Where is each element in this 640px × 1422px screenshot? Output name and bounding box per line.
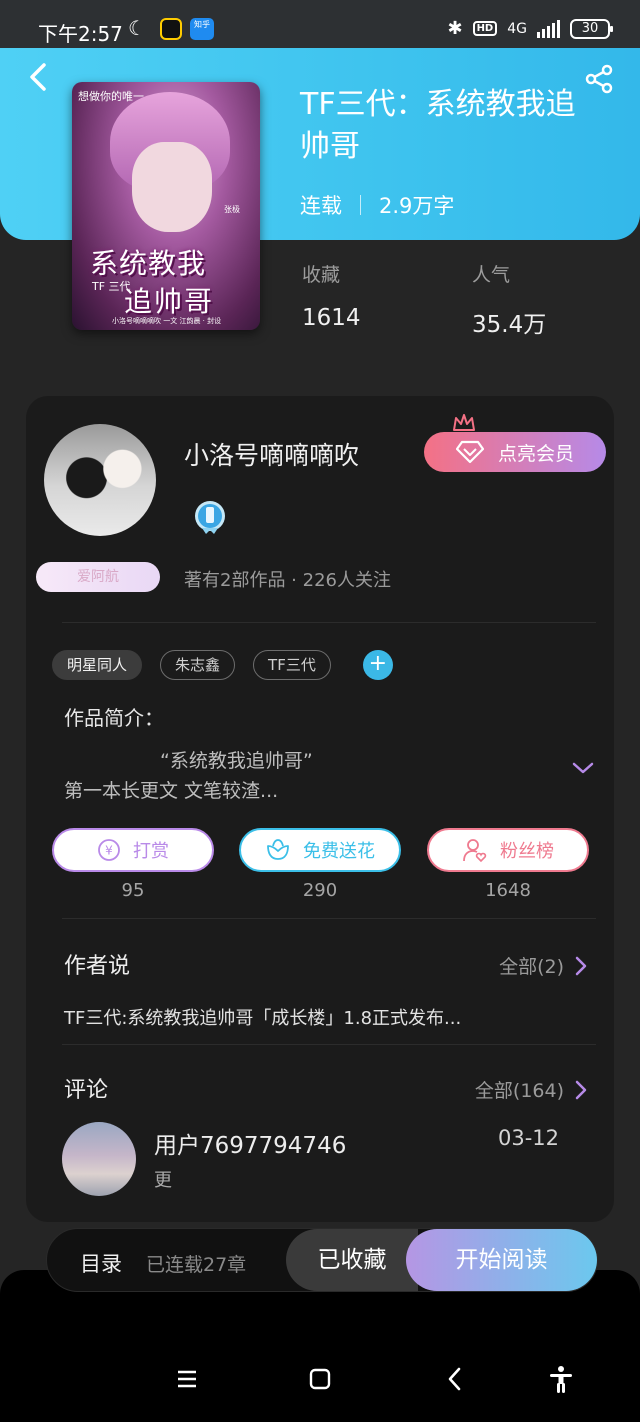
collected-button[interactable]: 已收藏 — [286, 1229, 418, 1291]
book-cover[interactable]: 想做你的唯一 张极 系统教我 TF 三代 追帅哥 小洛号嘀嘀嘀吹 一文 江韵晨 … — [72, 82, 260, 330]
accessibility-icon[interactable] — [546, 1364, 576, 1394]
tag-list: 明星同人 朱志鑫 TF三代 + — [52, 650, 393, 680]
tip-label: 打赏 — [133, 841, 169, 862]
intro-label: 作品简介： — [64, 706, 164, 730]
author-says-more-link[interactable]: 全部(2) — [499, 952, 588, 979]
chevron-right-icon — [575, 1080, 587, 1099]
stat-label: 人气 — [472, 264, 511, 286]
cover-credit: 小洛号嘀嘀嘀吹 一文 江韵晨 · 封设 — [112, 317, 222, 325]
author-stats: 著有2部作品 · 226人关注 — [184, 570, 391, 591]
battery-icon: 30 — [570, 18, 613, 39]
stat-popularity: 人气 35.4万 — [472, 260, 546, 339]
book-word-count: 2.9万字 — [379, 194, 455, 218]
comment-avatar[interactable] — [62, 1122, 136, 1196]
toc-button[interactable]: 目录 — [80, 1248, 122, 1278]
cover-title-line1: 系统教我 — [90, 247, 207, 280]
bluetooth-icon: ✱ — [447, 18, 463, 39]
comments-more-label: 全部(164) — [474, 1080, 564, 1102]
fan-user-heart-icon — [463, 839, 487, 863]
tip-button[interactable]: ¥ 打赏 — [52, 828, 214, 872]
status-time: 下午2:57 — [38, 22, 123, 46]
diamond-icon — [455, 440, 484, 464]
author-says-title: 作者说 — [64, 954, 131, 979]
vip-member-button[interactable]: 点亮会员 — [424, 432, 606, 472]
section-divider — [62, 918, 596, 919]
chevron-down-icon[interactable] — [570, 758, 596, 778]
author-post-link[interactable]: TF三代:系统教我追帅哥「成长楼」1.8正式发布... — [64, 1004, 461, 1030]
home-icon[interactable] — [305, 1364, 335, 1394]
section-divider — [62, 1044, 596, 1045]
status-indicators: ✱ HD 4G 30 — [447, 18, 613, 39]
book-title: TF三代：系统教我追帅哥 — [300, 87, 576, 164]
zhihu-app-icon: 知乎 — [190, 18, 214, 40]
stat-value: 1614 — [302, 305, 361, 331]
status-bar: 下午2:57 ☾ 知乎 ✱ HD 4G 30 — [0, 0, 640, 48]
cover-face — [132, 142, 212, 232]
section-divider — [62, 622, 596, 623]
crown-icon — [453, 414, 475, 431]
flower-count: 290 — [302, 880, 338, 901]
cover-tagline: 想做你的唯一 — [78, 90, 144, 103]
back-icon[interactable] — [440, 1364, 470, 1394]
add-tag-button[interactable]: + — [362, 650, 393, 680]
intro-text-line2: 第一本长更文 文笔较渣... — [64, 780, 279, 802]
tip-count: 95 — [121, 880, 145, 901]
meta-divider — [360, 195, 361, 215]
send-flower-label: 免费送花 — [303, 841, 375, 862]
comments-more-link[interactable]: 全部(164) — [475, 1076, 588, 1103]
flower-icon — [267, 839, 289, 860]
vip-member-label: 点亮会员 — [497, 442, 574, 465]
comment-username[interactable]: 用户7697794746 — [154, 1126, 346, 1160]
signal-icon — [537, 19, 560, 38]
network-label: 4G — [507, 20, 527, 37]
menu-icon[interactable] — [172, 1364, 202, 1394]
tag-item[interactable]: 明星同人 — [52, 650, 143, 680]
yuan-coin-icon: ¥ — [98, 839, 120, 861]
book-status: 连载 — [300, 194, 342, 218]
fan-ranking-button[interactable]: 粉丝榜 — [427, 828, 589, 872]
author-level-icon — [195, 501, 225, 534]
start-reading-button[interactable]: 开始阅读 — [406, 1229, 597, 1291]
author-says-more-label: 全部(2) — [499, 956, 564, 978]
author-name[interactable]: 小洛号嘀嘀嘀吹 — [184, 436, 359, 472]
tag-item[interactable]: 朱志鑫 — [160, 650, 236, 680]
chevron-right-icon — [575, 956, 587, 975]
hd-icon: HD — [472, 21, 498, 36]
author-avatar-badge: 爱阿航 — [36, 562, 160, 592]
bottom-navigation-area — [0, 1270, 640, 1422]
chapter-count: 已连载27章 — [146, 1254, 247, 1276]
cover-title-line2: 追帅哥 — [124, 285, 215, 318]
author-avatar[interactable] — [44, 424, 156, 536]
back-arrow-icon[interactable] — [24, 62, 54, 92]
stat-label: 收藏 — [302, 264, 341, 286]
book-meta: 连载 2.9万字 — [300, 190, 454, 220]
comments-title: 评论 — [64, 1078, 109, 1103]
stat-value: 35.4万 — [472, 312, 547, 338]
intro-text-line1: “系统教我追帅哥” — [160, 750, 313, 772]
send-flower-button[interactable]: 免费送花 — [239, 828, 401, 872]
qq-app-icon — [160, 18, 182, 40]
comment-text[interactable]: 更 — [154, 1166, 172, 1192]
comment-date: 03-12 — [498, 1126, 560, 1150]
svg-text:¥: ¥ — [105, 844, 113, 858]
fan-ranking-label: 粉丝榜 — [500, 841, 554, 862]
cover-signature: 张极 — [224, 205, 240, 214]
tag-item[interactable]: TF三代 — [253, 650, 331, 680]
fan-count: 1648 — [485, 880, 531, 901]
stat-favorites: 收藏 1614 — [302, 260, 361, 331]
moon-icon: ☾ — [128, 16, 146, 40]
